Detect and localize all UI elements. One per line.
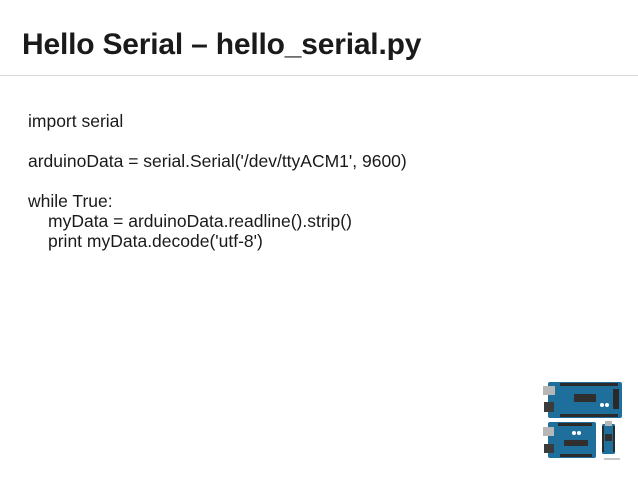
caption-mark (604, 458, 620, 460)
power-jack (544, 444, 554, 453)
usb-connector (543, 427, 554, 436)
header-pins (613, 389, 619, 409)
board-logo (577, 431, 581, 435)
header-pins (560, 383, 618, 386)
header-pins (560, 414, 618, 417)
code-line: myData = arduinoData.readline().strip() (48, 211, 352, 231)
header-pins (558, 423, 592, 426)
usb-connector (605, 421, 612, 426)
board-logo (572, 431, 576, 435)
usb-connector (543, 386, 555, 395)
code-line: while True: (28, 191, 113, 211)
board-logo (605, 403, 609, 407)
arduino-boards-image (543, 382, 622, 460)
code-block: import serial arduinoData = serial.Seria… (28, 111, 407, 251)
microcontroller-chip (574, 394, 596, 402)
code-line: print myData.decode('utf-8') (48, 231, 263, 251)
microcontroller-chip (605, 434, 612, 441)
header-pins (613, 426, 615, 452)
microcontroller-chip (564, 440, 588, 446)
slide-title: Hello Serial – hello_serial.py (22, 28, 422, 61)
board-logo (600, 403, 604, 407)
arduino-boards-icon (540, 378, 624, 464)
header-pins (560, 454, 592, 457)
power-jack (544, 402, 554, 412)
header-pins (602, 426, 604, 452)
code-line: arduinoData = serial.Serial('/dev/ttyACM… (28, 151, 407, 171)
title-divider (0, 75, 638, 76)
code-line: import serial (28, 111, 124, 131)
